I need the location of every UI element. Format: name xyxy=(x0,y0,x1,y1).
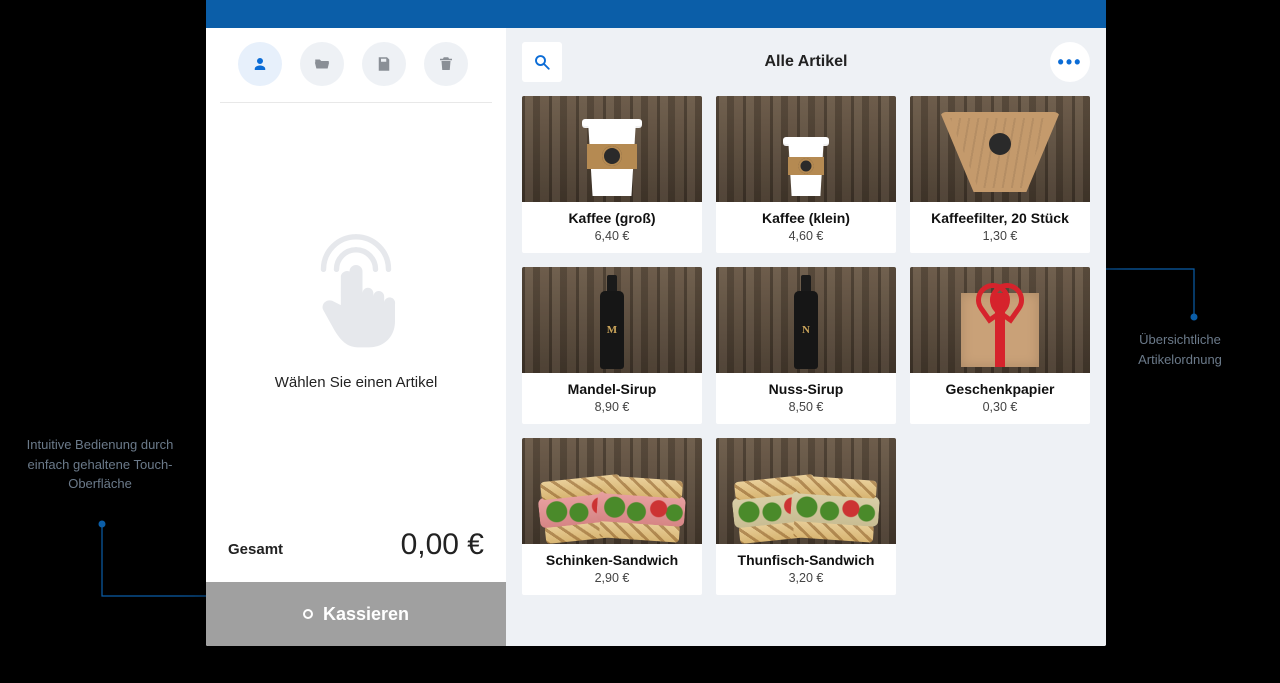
product-meta: Kaffeefilter, 20 Stück 1,30 € xyxy=(910,202,1090,253)
annotation-left: Intuitive Bedienung durch einfach gehalt… xyxy=(20,435,180,494)
product-thumb xyxy=(910,267,1090,373)
delete-button[interactable] xyxy=(424,42,468,86)
product-card[interactable]: Thunfisch-Sandwich 3,20 € xyxy=(716,438,896,595)
folder-open-icon xyxy=(313,55,331,73)
total-amount: 0,00 € xyxy=(401,528,484,562)
product-meta: Schinken-Sandwich 2,90 € xyxy=(522,544,702,595)
product-name: Mandel-Sirup xyxy=(528,381,696,397)
product-price: 3,20 € xyxy=(722,571,890,585)
product-name: Geschenkpapier xyxy=(916,381,1084,397)
product-price: 1,30 € xyxy=(916,229,1084,243)
save-icon xyxy=(375,55,393,73)
customer-button[interactable] xyxy=(238,42,282,86)
product-price: 2,90 € xyxy=(528,571,696,585)
more-button[interactable]: ••• xyxy=(1050,42,1090,82)
total-label: Gesamt xyxy=(228,541,283,558)
window-titlebar xyxy=(206,0,1106,28)
cart-empty-state: Wählen Sie einen Artikel xyxy=(206,103,506,514)
product-price: 8,90 € xyxy=(528,400,696,414)
product-grid: Kaffee (groß)6,40 €Kaffee (klein)4,60 €K… xyxy=(506,96,1106,611)
product-card[interactable]: Kaffee (groß) 6,40 € xyxy=(522,96,702,253)
person-icon xyxy=(251,55,269,73)
product-thumb: N xyxy=(716,267,896,373)
product-thumb xyxy=(522,96,702,202)
product-card[interactable]: Kaffee (klein) 4,60 € xyxy=(716,96,896,253)
product-name: Kaffee (groß) xyxy=(528,210,696,226)
product-name: Nuss-Sirup xyxy=(722,381,890,397)
annotation-right: Übersichtliche Artikelordnung xyxy=(1100,330,1260,369)
more-icon: ••• xyxy=(1058,52,1083,73)
product-thumb xyxy=(910,96,1090,202)
checkout-button[interactable]: Kassieren xyxy=(206,582,506,646)
pos-app-window: Wählen Sie einen Artikel Gesamt 0,00 € K… xyxy=(206,0,1106,646)
product-card[interactable]: Schinken-Sandwich 2,90 € xyxy=(522,438,702,595)
product-card[interactable]: N Nuss-Sirup 8,50 € xyxy=(716,267,896,424)
product-header: Alle Artikel ••• xyxy=(506,28,1106,96)
product-name: Kaffee (klein) xyxy=(722,210,890,226)
touch-hand-icon xyxy=(291,226,421,356)
product-panel: Alle Artikel ••• Kaffee (groß)6,40 €Kaff… xyxy=(506,28,1106,646)
product-card[interactable]: Kaffeefilter, 20 Stück 1,30 € xyxy=(910,96,1090,253)
product-name: Thunfisch-Sandwich xyxy=(722,552,890,568)
product-meta: Kaffee (klein) 4,60 € xyxy=(716,202,896,253)
product-card[interactable]: Geschenkpapier 0,30 € xyxy=(910,267,1090,424)
product-price: 6,40 € xyxy=(528,229,696,243)
product-name: Kaffeefilter, 20 Stück xyxy=(916,210,1084,226)
product-thumb xyxy=(522,438,702,544)
trash-icon xyxy=(437,55,455,73)
product-price: 0,30 € xyxy=(916,400,1084,414)
product-thumb xyxy=(716,438,896,544)
save-button[interactable] xyxy=(362,42,406,86)
product-price: 4,60 € xyxy=(722,229,890,243)
search-button[interactable] xyxy=(522,42,562,82)
cart-sidebar: Wählen Sie einen Artikel Gesamt 0,00 € K… xyxy=(206,28,506,646)
product-meta: Nuss-Sirup 8,50 € xyxy=(716,373,896,424)
product-thumb xyxy=(716,96,896,202)
product-card[interactable]: M Mandel-Sirup 8,90 € xyxy=(522,267,702,424)
checkout-indicator-icon xyxy=(303,609,313,619)
empty-cart-prompt: Wählen Sie einen Artikel xyxy=(275,374,438,391)
sidebar-toolbar xyxy=(220,28,492,103)
product-meta: Kaffee (groß) 6,40 € xyxy=(522,202,702,253)
product-meta: Mandel-Sirup 8,90 € xyxy=(522,373,702,424)
search-icon xyxy=(533,53,551,71)
open-button[interactable] xyxy=(300,42,344,86)
checkout-label: Kassieren xyxy=(323,604,409,625)
product-thumb: M xyxy=(522,267,702,373)
category-title: Alle Artikel xyxy=(574,53,1038,71)
product-meta: Thunfisch-Sandwich 3,20 € xyxy=(716,544,896,595)
product-meta: Geschenkpapier 0,30 € xyxy=(910,373,1090,424)
product-price: 8,50 € xyxy=(722,400,890,414)
product-name: Schinken-Sandwich xyxy=(528,552,696,568)
cart-total-row: Gesamt 0,00 € xyxy=(206,514,506,582)
